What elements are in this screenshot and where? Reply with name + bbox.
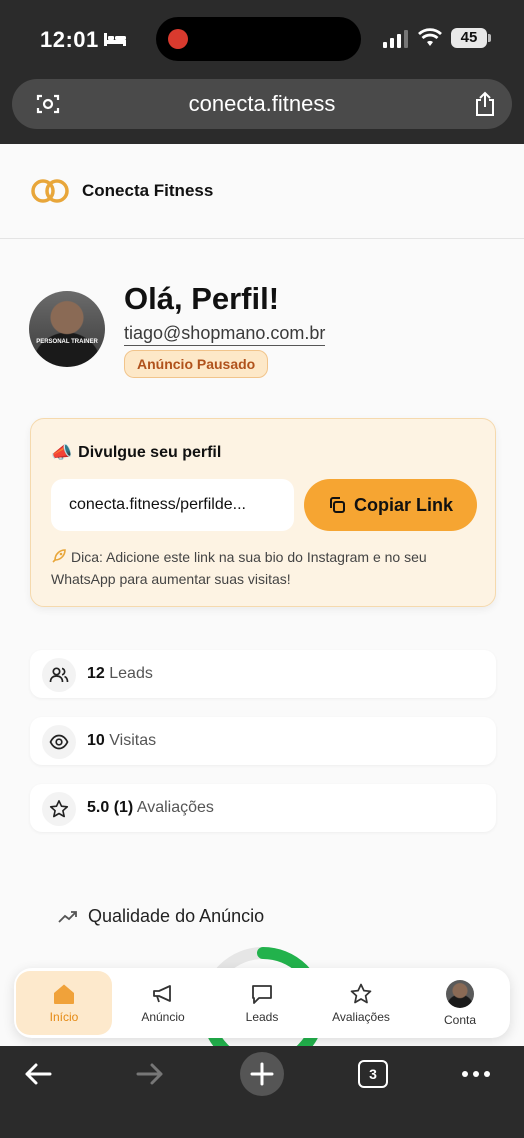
bed-icon <box>104 33 126 46</box>
tab-avaliacoes-label: Avaliações <box>332 1009 390 1024</box>
megaphone-icon <box>153 984 171 1002</box>
tip-text-content: Dica: Adicione este link na sua bio do I… <box>51 549 427 587</box>
signal-icon <box>383 30 408 48</box>
avatar: PERSONAL TRAINER <box>29 291 105 367</box>
bottom-tab-bar: Início Anúncio Leads Avaliações Conta <box>14 968 510 1038</box>
tip-text: Dica: Adicione este link na sua bio do I… <box>51 546 481 590</box>
message-icon <box>252 984 272 1004</box>
rocket-icon <box>52 549 66 563</box>
more-button[interactable] <box>460 1054 492 1094</box>
brand-name[interactable]: Conecta Fitness <box>82 181 213 201</box>
tab-conta[interactable]: Conta <box>412 971 508 1035</box>
stat-leads-text: 12 Leads <box>87 665 153 683</box>
battery-indicator: 45 <box>451 28 491 48</box>
ad-quality-heading: Qualidade do Anúncio <box>58 906 264 927</box>
status-badge: Anúncio Pausado <box>124 350 269 378</box>
tab-leads[interactable]: Leads <box>214 971 310 1035</box>
stat-leads-value: 12 <box>87 665 105 682</box>
browser-toolbar: 3 <box>0 1046 524 1138</box>
home-icon <box>54 984 74 1004</box>
eye-icon <box>42 725 76 759</box>
megaphone-icon: 📣 <box>51 443 73 462</box>
stat-visits-text: 10 Visitas <box>87 732 156 750</box>
tab-anuncio-label: Anúncio <box>141 1009 185 1024</box>
recording-dot <box>168 29 188 49</box>
web-page: Conecta Fitness PERSONAL TRAINER Olá, Pe… <box>0 144 524 1046</box>
stat-leads[interactable]: 12 Leads <box>30 650 496 698</box>
back-button[interactable] <box>22 1054 54 1094</box>
share-profile-card: 📣 Divulgue seu perfil conecta.fitness/pe… <box>30 418 496 607</box>
copy-link-label: Copiar Link <box>353 494 453 515</box>
star-icon <box>350 983 372 1003</box>
plus-icon <box>250 1062 274 1086</box>
stat-visits[interactable]: 10 Visitas <box>30 717 496 765</box>
page-title: Olá, Perfil! <box>124 281 280 316</box>
share-profile-title: 📣 Divulgue seu perfil <box>51 443 221 463</box>
status-bar: 12:01 45 <box>0 0 524 76</box>
dynamic-island <box>156 17 361 61</box>
new-tab-button[interactable] <box>240 1052 284 1096</box>
share-profile-title-text: Divulgue seu perfil <box>78 444 222 461</box>
logo-rings-icon[interactable] <box>30 178 70 204</box>
profile-link-field[interactable]: conecta.fitness/perfilde... <box>51 479 294 531</box>
stat-reviews-label: Avaliações <box>136 799 214 816</box>
avatar-shirt-text: PERSONAL TRAINER <box>36 339 98 345</box>
stat-reviews[interactable]: 5.0 (1) Avaliações <box>30 784 496 832</box>
url-text[interactable]: conecta.fitness <box>12 91 512 117</box>
tab-inicio[interactable]: Início <box>16 971 112 1035</box>
avatar <box>446 979 474 1008</box>
user-email[interactable]: tiago@shopmano.com.br <box>124 323 326 346</box>
stat-leads-label: Leads <box>109 665 153 682</box>
tab-inicio-label: Início <box>49 1009 79 1024</box>
stat-visits-label: Visitas <box>109 732 157 749</box>
wifi-icon <box>418 28 442 46</box>
copy-link-button[interactable]: Copiar Link <box>304 479 477 531</box>
address-bar[interactable]: conecta.fitness <box>12 79 512 129</box>
copy-icon <box>329 497 345 513</box>
share-icon[interactable] <box>474 91 496 117</box>
trending-up-icon <box>58 910 77 923</box>
site-header: Conecta Fitness <box>0 144 524 239</box>
more-icon <box>462 1071 490 1077</box>
tab-conta-label: Conta <box>443 1012 477 1027</box>
stat-visits-value: 10 <box>87 732 105 749</box>
stat-reviews-text: 5.0 (1) Avaliações <box>87 799 214 817</box>
star-icon <box>42 792 76 826</box>
tab-leads-label: Leads <box>245 1009 279 1024</box>
tab-anuncio[interactable]: Anúncio <box>115 971 211 1035</box>
status-time: 12:01 <box>40 27 99 52</box>
users-icon <box>42 658 76 692</box>
ad-quality-title: Qualidade do Anúncio <box>88 906 265 926</box>
arrow-left-icon <box>25 1063 52 1085</box>
arrow-right-icon <box>136 1063 163 1085</box>
stat-reviews-value: 5.0 (1) <box>87 799 134 816</box>
tabs-button[interactable]: 3 <box>358 1060 388 1088</box>
tab-avaliacoes[interactable]: Avaliações <box>313 971 409 1035</box>
forward-button[interactable] <box>134 1054 166 1094</box>
